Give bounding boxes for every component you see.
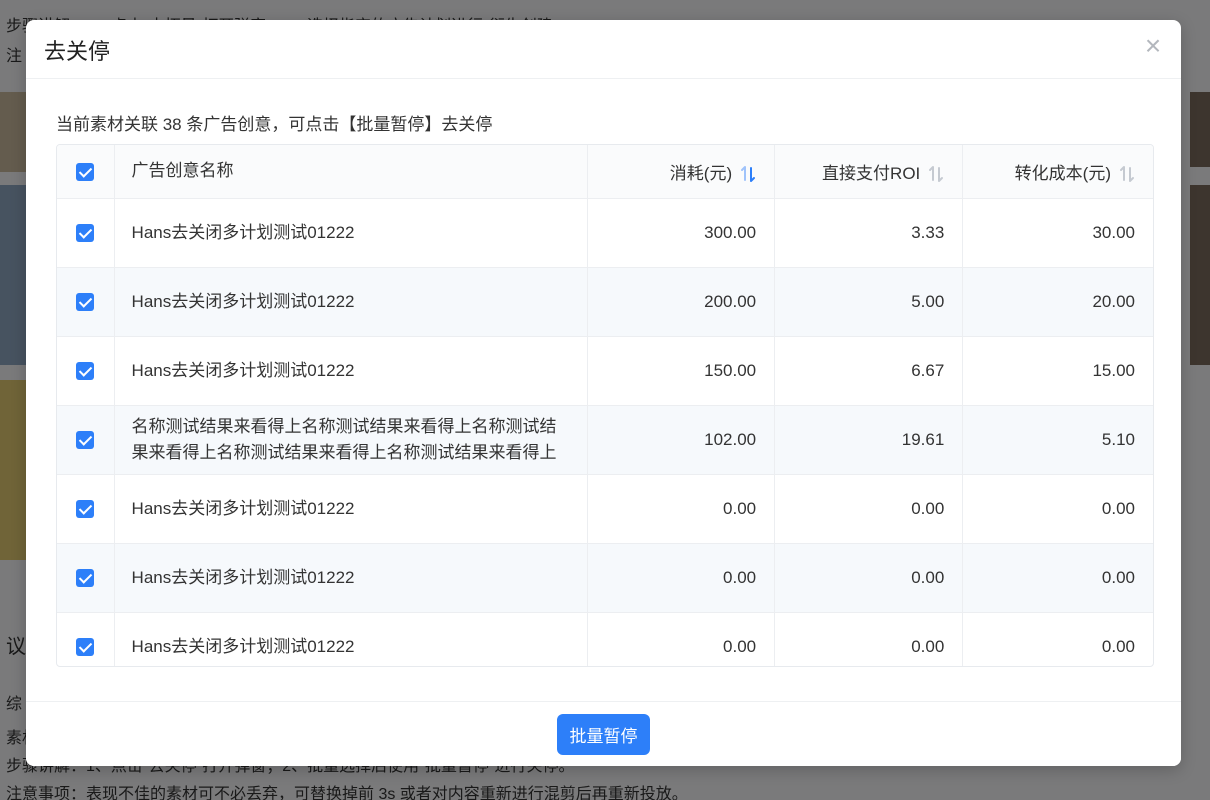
close-icon[interactable]: × (1141, 32, 1165, 60)
column-header-name-label: 广告创意名称 (131, 161, 234, 181)
cell-name: Hans去关闭多计划测试01222 (114, 198, 588, 268)
dialog-title: 去关停 (44, 39, 111, 64)
column-header-roi[interactable]: 直接支付ROI (774, 145, 964, 199)
sort-icon[interactable] (1119, 165, 1135, 183)
close-ads-dialog: 去关停 × 当前素材关联 38 条广告创意，可点击【批量暂停】去关停 广告创意名… (26, 20, 1181, 766)
cell-conv: 20.00 (962, 267, 1153, 337)
row-checkbox[interactable] (76, 224, 95, 243)
table-row[interactable]: Hans去关闭多计划测试01222 300.00 3.33 30.00 (57, 198, 1153, 268)
column-header-conv[interactable]: 转化成本(元) (962, 145, 1153, 199)
cell-conv: 0.00 (962, 612, 1153, 666)
table-header-row: 广告创意名称 消耗(元) 直接支付ROI 转化成本(元) (57, 145, 1153, 199)
sort-icon[interactable] (928, 165, 944, 183)
row-checkbox[interactable] (76, 500, 95, 519)
cell-conv: 0.00 (962, 543, 1153, 613)
cell-conv: 30.00 (962, 198, 1153, 268)
cell-roi: 3.33 (774, 198, 964, 268)
cell-conv: 5.10 (962, 405, 1153, 475)
cell-name: 名称测试结果来看得上名称测试结果来看得上名称测试结果来看得上名称测试结果来看得上… (114, 405, 588, 475)
row-checkbox-cell (57, 405, 115, 475)
row-checkbox-cell (57, 267, 115, 337)
cell-conv: 0.00 (962, 474, 1153, 544)
cell-cost: 0.00 (587, 474, 776, 544)
cell-name-text: 名称测试结果来看得上名称测试结果来看得上名称测试结果来看得上名称测试结果来看得上… (131, 416, 557, 462)
row-checkbox[interactable] (76, 638, 95, 657)
cell-roi: 6.67 (774, 336, 964, 406)
cell-name: Hans去关闭多计划测试01222 (114, 336, 588, 406)
cell-roi: 5.00 (774, 267, 964, 337)
table-row[interactable]: Hans去关闭多计划测试01222 200.00 5.00 20.00 (57, 267, 1153, 337)
row-checkbox-cell (57, 474, 115, 544)
column-header-cost[interactable]: 消耗(元) (587, 145, 776, 199)
header-checkbox-cell (57, 145, 115, 199)
cell-roi: 0.00 (774, 474, 964, 544)
table-row[interactable]: Hans去关闭多计划测试01222 0.00 0.00 0.00 (57, 612, 1153, 666)
column-header-conv-label: 转化成本(元) (1014, 163, 1111, 183)
dialog-header: 去关停 × (26, 20, 1181, 79)
column-header-cost-label: 消耗(元) (669, 163, 733, 183)
dialog-footer: 批量暂停 (26, 701, 1181, 766)
table-row[interactable]: Hans去关闭多计划测试01222 150.00 6.67 15.00 (57, 336, 1153, 406)
cell-name: Hans去关闭多计划测试01222 (114, 543, 588, 613)
cell-cost: 200.00 (587, 267, 776, 337)
table-row[interactable]: 名称测试结果来看得上名称测试结果来看得上名称测试结果来看得上名称测试结果来看得上… (57, 405, 1153, 475)
row-checkbox-cell (57, 336, 115, 406)
table-row[interactable]: Hans去关闭多计划测试01222 0.00 0.00 0.00 (57, 474, 1153, 544)
row-checkbox[interactable] (76, 569, 95, 588)
cell-name: Hans去关闭多计划测试01222 (114, 267, 588, 337)
column-header-roi-label: 直接支付ROI (822, 163, 921, 183)
row-checkbox[interactable] (76, 362, 95, 381)
row-checkbox[interactable] (76, 431, 95, 450)
column-header-name: 广告创意名称 (114, 145, 588, 199)
sort-icon[interactable] (740, 165, 756, 183)
cell-conv: 15.00 (962, 336, 1153, 406)
row-checkbox[interactable] (76, 293, 95, 312)
cell-cost: 0.00 (587, 612, 776, 666)
row-checkbox-cell (57, 543, 115, 613)
row-checkbox-cell (57, 612, 115, 666)
ads-table: 广告创意名称 消耗(元) 直接支付ROI 转化成本(元) Hans去关闭多计划测… (56, 144, 1154, 667)
cell-roi: 0.00 (774, 543, 964, 613)
dialog-intro-text: 当前素材关联 38 条广告创意，可点击【批量暂停】去关停 (56, 115, 493, 134)
row-checkbox-cell (57, 198, 115, 268)
cell-cost: 300.00 (587, 198, 776, 268)
select-all-checkbox[interactable] (76, 162, 95, 181)
batch-pause-button[interactable]: 批量暂停 (557, 714, 650, 755)
cell-name: Hans去关闭多计划测试01222 (114, 612, 588, 666)
cell-roi: 0.00 (774, 612, 964, 666)
cell-roi: 19.61 (774, 405, 964, 475)
cell-cost: 150.00 (587, 336, 776, 406)
cell-name: Hans去关闭多计划测试01222 (114, 474, 588, 544)
table-row[interactable]: Hans去关闭多计划测试01222 0.00 0.00 0.00 (57, 543, 1153, 613)
cell-cost: 102.00 (587, 405, 776, 475)
cell-cost: 0.00 (587, 543, 776, 613)
